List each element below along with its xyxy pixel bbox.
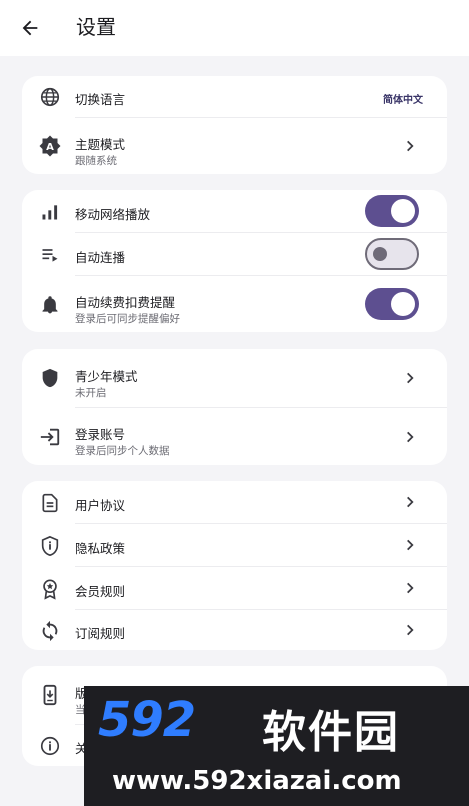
- back-button[interactable]: [14, 12, 46, 44]
- shield-icon: [38, 366, 62, 390]
- bell-icon: [38, 293, 62, 317]
- member-rules-row[interactable]: 会员规则: [22, 567, 447, 609]
- theme-subtitle: 跟随系统: [75, 155, 117, 167]
- signal-bars-icon: [38, 200, 62, 224]
- mobile-network-toggle[interactable]: [365, 195, 419, 227]
- chevron-right-icon: [407, 539, 414, 551]
- autoplay-title: 自动连播: [75, 250, 126, 265]
- toggle-knob: [373, 247, 387, 261]
- settings-card-general: 切换语言 简体中文 A 主题模式 跟随系统: [22, 76, 447, 174]
- language-row[interactable]: 切换语言 简体中文: [22, 76, 447, 118]
- privacy-policy-title: 隐私政策: [75, 541, 126, 556]
- login-title: 登录账号: [75, 427, 126, 442]
- settings-card-legal: 用户协议 隐私政策 会员规则 订阅规则: [22, 481, 447, 650]
- sync-icon: [38, 619, 62, 643]
- watermark-banner: 592 软件园 www.592xiazai.com: [84, 686, 469, 806]
- toggle-knob: [391, 199, 415, 223]
- watermark-site-name: 软件园: [262, 707, 400, 758]
- language-title: 切换语言: [75, 92, 126, 107]
- renewal-reminder-row: 自动续费扣费提醒 登录后可同步提醒偏好: [22, 276, 447, 332]
- watermark-logo: 592: [98, 692, 196, 748]
- subscription-rules-title: 订阅规则: [75, 626, 126, 641]
- autoplay-toggle[interactable]: [365, 238, 419, 270]
- settings-card-playback: 移动网络播放 自动连播 自动续费扣费提醒 登录后可同步提醒偏好: [22, 190, 447, 332]
- watermark-url: www.592xiazai.com: [112, 766, 402, 796]
- autoplay-row: 自动连播: [22, 233, 447, 275]
- svg-text:A: A: [46, 142, 54, 153]
- privacy-policy-row[interactable]: 隐私政策: [22, 524, 447, 566]
- renewal-reminder-title: 自动续费扣费提醒: [75, 295, 176, 310]
- globe-icon: [38, 85, 62, 109]
- top-app-bar: 设置: [0, 0, 469, 56]
- chevron-right-icon: [407, 431, 414, 443]
- chevron-right-icon: [407, 372, 414, 384]
- renewal-reminder-toggle[interactable]: [365, 288, 419, 320]
- chevron-right-icon: [407, 496, 414, 508]
- youth-mode-title: 青少年模式: [75, 369, 138, 384]
- language-value: 简体中文: [383, 95, 423, 106]
- chevron-right-icon: [407, 140, 414, 152]
- award-badge-icon: [38, 577, 62, 601]
- playlist-play-icon: [38, 243, 62, 267]
- login-icon: [38, 425, 62, 449]
- page-title: 设置: [76, 15, 116, 39]
- renewal-reminder-subtitle: 登录后可同步提醒偏好: [75, 313, 180, 325]
- info-icon: [38, 734, 62, 758]
- mobile-network-row: 移动网络播放: [22, 190, 447, 232]
- theme-row[interactable]: A 主题模式 跟随系统: [22, 118, 447, 174]
- toggle-knob: [391, 292, 415, 316]
- subscription-rules-row[interactable]: 订阅规则: [22, 610, 447, 650]
- theme-icon: A: [38, 134, 62, 158]
- phone-download-icon: [38, 683, 62, 707]
- chevron-right-icon: [407, 624, 414, 636]
- user-agreement-row[interactable]: 用户协议: [22, 481, 447, 523]
- mobile-network-title: 移动网络播放: [75, 207, 151, 222]
- chevron-right-icon: [407, 582, 414, 594]
- login-subtitle: 登录后同步个人数据: [75, 445, 170, 457]
- user-agreement-title: 用户协议: [75, 498, 126, 513]
- arrow-left-icon: [22, 20, 38, 36]
- theme-title: 主题模式: [75, 137, 126, 152]
- member-rules-title: 会员规则: [75, 584, 126, 599]
- document-icon: [38, 491, 62, 515]
- youth-mode-row[interactable]: 青少年模式 未开启: [22, 349, 447, 407]
- shield-info-icon: [38, 534, 62, 558]
- settings-card-account: 青少年模式 未开启 登录账号 登录后同步个人数据: [22, 349, 447, 465]
- youth-mode-subtitle: 未开启: [75, 387, 107, 399]
- login-row[interactable]: 登录账号 登录后同步个人数据: [22, 408, 447, 465]
